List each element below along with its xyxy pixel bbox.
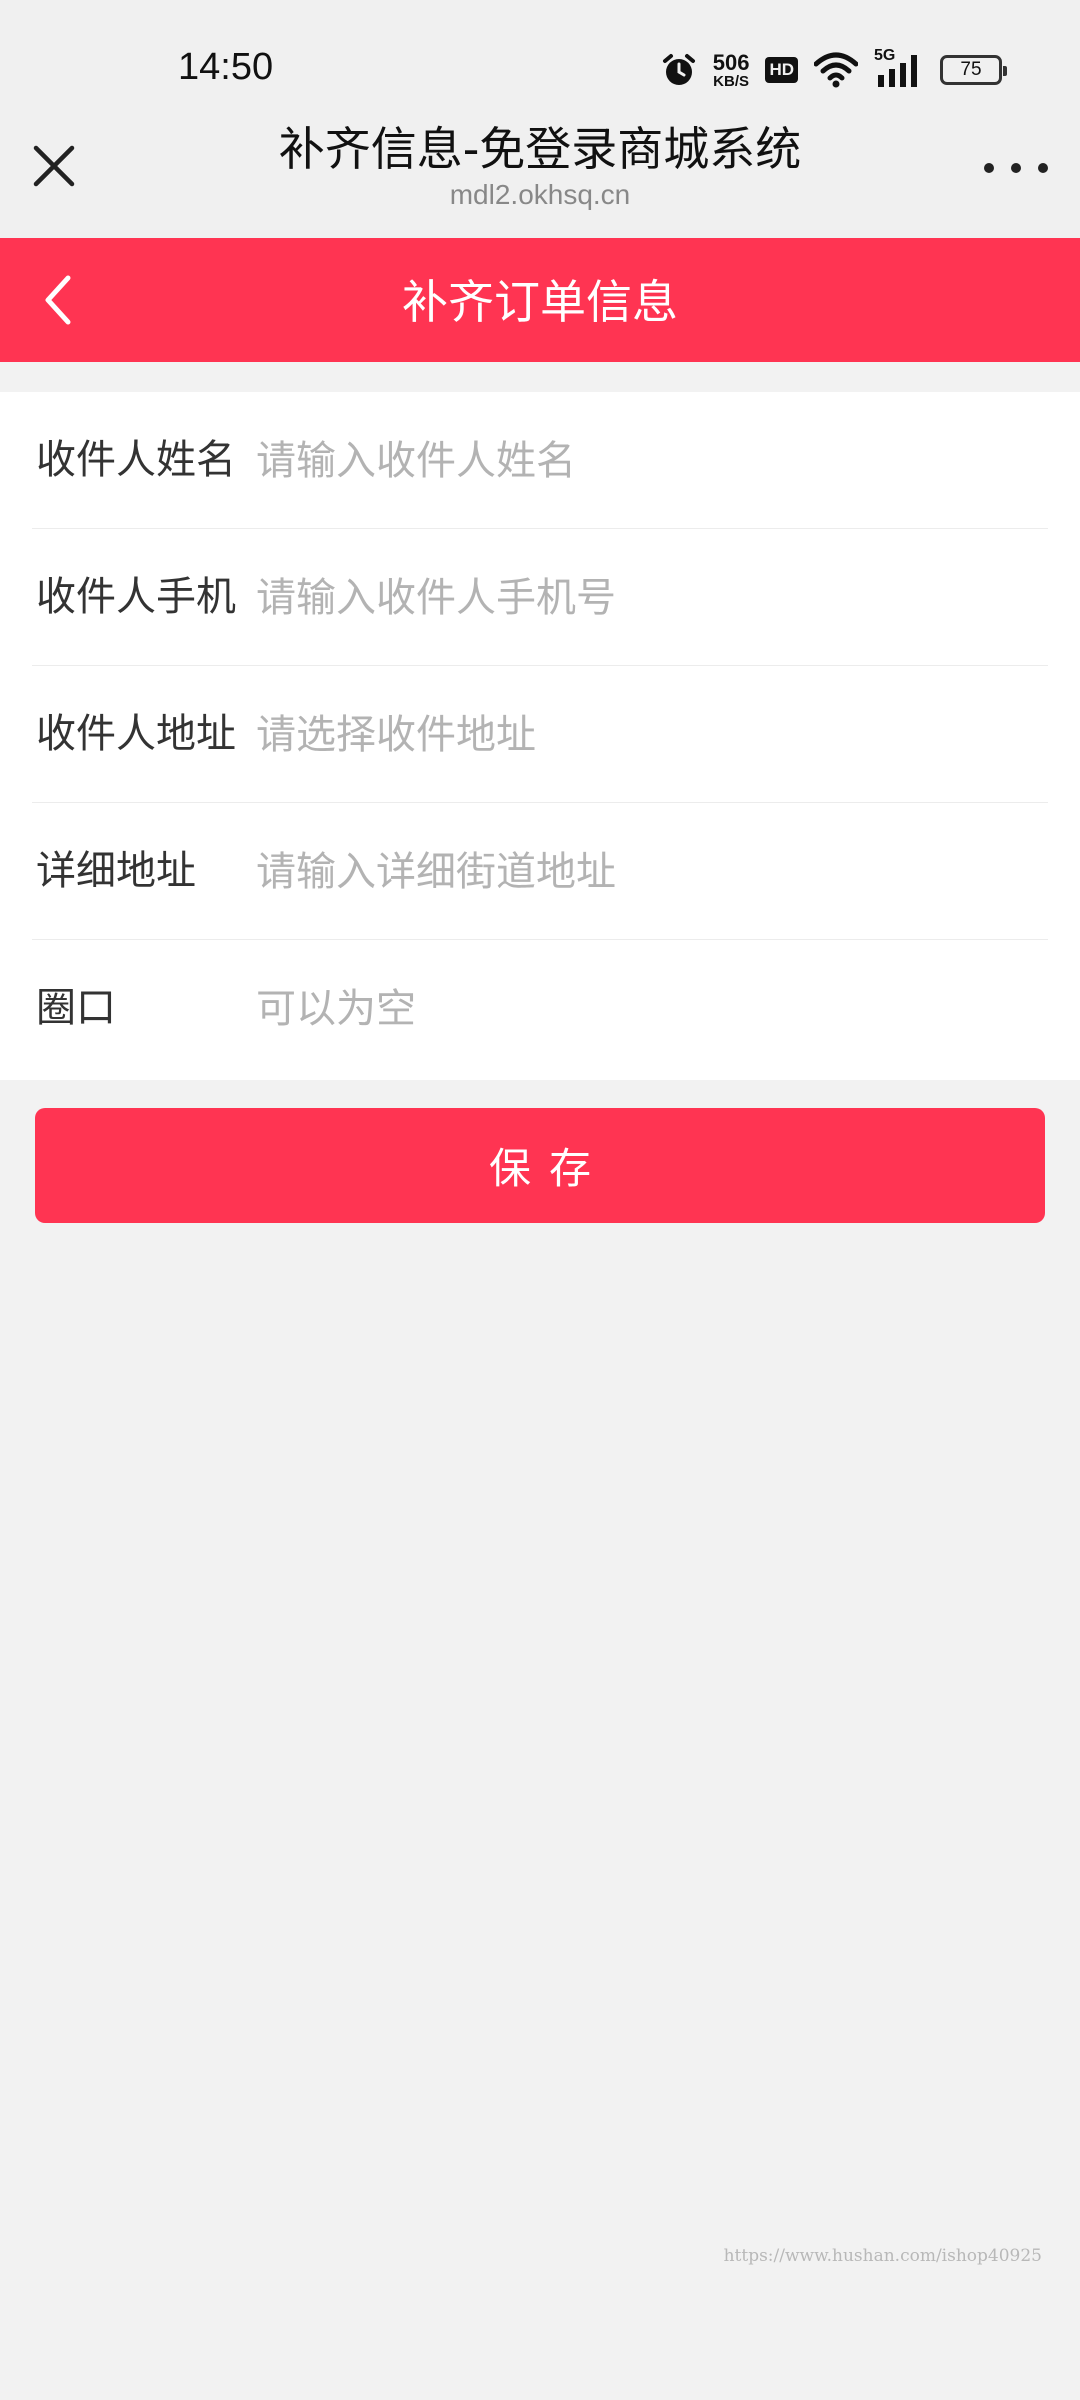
- recipient-name-input[interactable]: [256, 426, 1048, 496]
- more-dot-icon: [1038, 163, 1048, 173]
- watermark-text: https://www.hushan.com/ishop40925: [723, 2246, 1042, 2266]
- status-icons: 506 KB/S HD 5G 75: [661, 47, 1007, 92]
- header-title: 补齐订单信息: [402, 275, 678, 329]
- recipient-phone-label: 收件人手机: [36, 574, 236, 620]
- app-header: 补齐订单信息: [0, 238, 1080, 362]
- net-speed-unit: KB/S: [713, 72, 749, 90]
- alarm-icon: [662, 54, 695, 85]
- signal-5g: 5G: [874, 47, 924, 89]
- page-domain: mdl2.okhsq.cn: [449, 179, 631, 210]
- order-info-form: 收件人姓名 收件人手机 收件人地址 详细地址 圈口: [0, 392, 1080, 1080]
- detail-address-input[interactable]: [256, 837, 1048, 907]
- page-title: 补齐信息-免登录商城系统: [278, 122, 802, 176]
- net-speed-value: 506: [712, 49, 750, 75]
- battery-level: 75: [960, 59, 982, 80]
- close-icon: [33, 145, 75, 187]
- recipient-name-label: 收件人姓名: [36, 437, 236, 483]
- wifi-icon: [814, 52, 858, 88]
- form-row-recipient-address: 收件人地址: [32, 666, 1048, 803]
- detail-address-label: 详细地址: [36, 848, 196, 894]
- ring-size-input[interactable]: [256, 974, 1048, 1044]
- ring-size-label: 圈口: [36, 985, 116, 1031]
- more-menu-button[interactable]: [984, 156, 1048, 180]
- form-row-ring-size: 圈口: [32, 940, 1048, 1077]
- webview-title-block: 补齐信息-免登录商城系统 mdl2.okhsq.cn: [140, 120, 940, 212]
- recipient-address-label: 收件人地址: [36, 711, 236, 757]
- form-row-recipient-name: 收件人姓名: [32, 392, 1048, 529]
- recipient-phone-input[interactable]: [256, 563, 1048, 633]
- hd-badge: HD: [765, 57, 798, 83]
- net-speed: 506 KB/S: [712, 49, 750, 90]
- more-dot-icon: [1011, 163, 1021, 173]
- close-button[interactable]: [28, 140, 80, 192]
- more-dot-icon: [984, 163, 994, 173]
- signal-icon: [878, 55, 917, 87]
- webview-title-bar: 补齐信息-免登录商城系统 mdl2.okhsq.cn: [0, 100, 1080, 238]
- recipient-address-picker[interactable]: [256, 700, 1048, 770]
- form-row-detail-address: 详细地址: [32, 803, 1048, 940]
- battery-icon: 75: [940, 55, 1007, 85]
- save-button[interactable]: 保存: [35, 1108, 1045, 1223]
- status-time: 14:50: [178, 46, 274, 88]
- form-row-recipient-phone: 收件人手机: [32, 529, 1048, 666]
